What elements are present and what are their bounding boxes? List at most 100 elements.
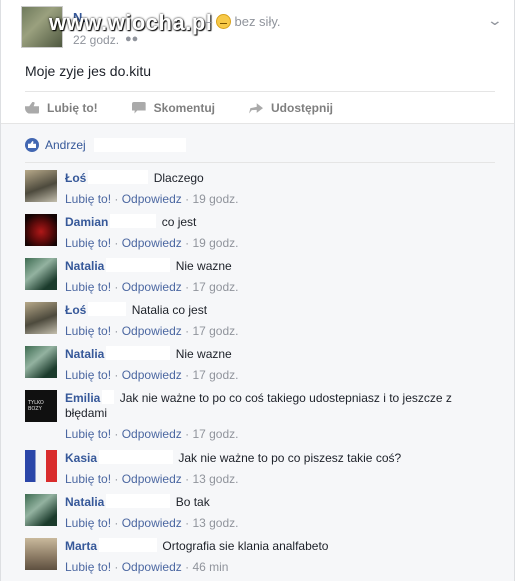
likes-summary: Andrzej xyxy=(25,136,495,154)
feeling-status: – bez siły. xyxy=(205,14,280,29)
comment-reply-link[interactable]: Odpowiedz xyxy=(122,516,182,530)
meta-separator: · xyxy=(181,472,193,486)
comment-like-link[interactable]: Lubię to! xyxy=(65,472,111,486)
meta-separator: · xyxy=(111,324,122,338)
redaction-box xyxy=(110,214,157,228)
commenter-name[interactable]: Kasia xyxy=(65,451,97,465)
comment-like-link[interactable]: Lubię to! xyxy=(65,236,111,250)
commenter-name[interactable]: Marta xyxy=(65,539,97,553)
comment-reply-link[interactable]: Odpowiedz xyxy=(122,368,182,382)
comment-reply-link[interactable]: Odpowiedz xyxy=(122,324,182,338)
redaction-box xyxy=(106,494,171,508)
comment-meta: Lubię to! · Odpowiedz · 19 godz. xyxy=(65,192,495,206)
post-header: N... www.wiocha.pl 22 godz. ●● – bez sił… xyxy=(21,6,503,50)
meta-separator: · xyxy=(111,192,122,206)
commenter-name[interactable]: Natalia xyxy=(65,259,104,273)
comment-like-link[interactable]: Lubię to! xyxy=(65,560,111,574)
comment-meta: Lubię to! · Odpowiedz · 19 godz. xyxy=(65,236,495,250)
meta-separator: · xyxy=(181,236,193,250)
commenter-avatar[interactable] xyxy=(25,170,57,202)
comment-reply-link[interactable]: Odpowiedz xyxy=(122,472,182,486)
comment-reply-link[interactable]: Odpowiedz xyxy=(122,427,182,441)
like-label: Lubię to! xyxy=(47,100,98,115)
redaction-box xyxy=(106,258,171,272)
redaction-box xyxy=(99,450,174,464)
post-card: N... www.wiocha.pl 22 godz. ●● – bez sił… xyxy=(0,0,515,581)
sad-face-icon xyxy=(215,14,231,29)
commenter-avatar[interactable] xyxy=(25,302,57,334)
meta-separator: · xyxy=(111,280,122,294)
comment-like-link[interactable]: Lubię to! xyxy=(65,324,111,338)
friends-icon[interactable]: ●● xyxy=(125,33,138,45)
meta-separator: · xyxy=(111,560,122,574)
commenter-avatar[interactable] xyxy=(25,390,57,422)
comment-timestamp[interactable]: 17 godz. xyxy=(192,427,238,441)
comment-line: Natalia Nie wazne xyxy=(65,346,495,362)
post-actions: Lubię to! Skomentuj Udostępnij xyxy=(25,91,495,123)
comment-reply-link[interactable]: Odpowiedz xyxy=(122,192,182,206)
meta-separator: · xyxy=(111,236,122,250)
meta-separator: · xyxy=(181,560,193,574)
commenter-avatar[interactable] xyxy=(25,450,57,482)
redaction-box xyxy=(99,538,158,552)
comment-reply-link[interactable]: Odpowiedz xyxy=(122,236,182,250)
comment-text: Bo tak xyxy=(175,495,210,509)
post-timestamp[interactable]: 22 godz. xyxy=(73,33,119,47)
comment-timestamp[interactable]: 13 godz. xyxy=(192,472,238,486)
commenter-name[interactable]: Damian xyxy=(65,215,108,229)
meta-separator: · xyxy=(111,472,122,486)
share-button[interactable]: Udostępnij xyxy=(249,101,333,115)
comment-timestamp[interactable]: 13 godz. xyxy=(192,516,238,530)
feeling-text: bez siły. xyxy=(234,14,281,29)
comment-like-link[interactable]: Lubię to! xyxy=(65,516,111,530)
liker-name[interactable]: Andrzej xyxy=(45,138,86,152)
commenter-name[interactable]: Natalia xyxy=(65,495,104,509)
meta-separator: · xyxy=(181,516,193,530)
comment-like-link[interactable]: Lubię to! xyxy=(65,427,111,441)
comment-timestamp[interactable]: 17 godz. xyxy=(192,324,238,338)
comment-like-link[interactable]: Lubię to! xyxy=(65,280,111,294)
commenter-name[interactable]: Emilia xyxy=(65,391,100,405)
commenter-avatar[interactable] xyxy=(25,346,57,378)
share-icon xyxy=(249,103,263,114)
comment-timestamp[interactable]: 46 min xyxy=(192,560,228,574)
thumbs-up-icon xyxy=(25,101,39,114)
comment-line: Marta Ortografia sie klania analfabeto xyxy=(65,538,495,554)
comment-button[interactable]: Skomentuj xyxy=(131,101,215,115)
commenter-name[interactable]: Łoś xyxy=(65,171,86,185)
feeling-dash: – xyxy=(205,14,213,29)
comment-text: Nie wazne xyxy=(175,347,232,361)
meta-separator: · xyxy=(181,280,193,294)
comment-timestamp[interactable]: 19 godz. xyxy=(192,192,238,206)
comment-reply-link[interactable]: Odpowiedz xyxy=(122,560,182,574)
comment-timestamp[interactable]: 19 godz. xyxy=(192,236,238,250)
comment-text: Natalia co jest xyxy=(131,303,208,317)
commenter-name[interactable]: Łoś xyxy=(65,303,86,317)
comment-text: Ortografia sie klania analfabeto xyxy=(162,539,329,553)
commenter-avatar[interactable] xyxy=(25,538,57,570)
meta-separator: · xyxy=(111,427,122,441)
comment-icon xyxy=(131,101,146,114)
comment-meta: Lubię to! · Odpowiedz · 17 godz. xyxy=(65,324,495,338)
comment-line: Natalia Nie wazne xyxy=(65,258,495,274)
like-button[interactable]: Lubię to! xyxy=(25,101,98,115)
commenter-avatar[interactable] xyxy=(25,494,57,526)
chevron-down-icon[interactable]: ⌄ xyxy=(487,12,503,29)
commenter-name[interactable]: Natalia xyxy=(65,347,104,361)
commenter-avatar[interactable] xyxy=(25,258,57,290)
comment-text: co jest xyxy=(161,215,197,229)
comment-line: Łoś Dlaczego xyxy=(65,170,495,186)
meta-separator: · xyxy=(181,324,193,338)
commenter-avatar[interactable] xyxy=(25,214,57,246)
comment-line: Damian co jest xyxy=(65,214,495,230)
comment-reply-link[interactable]: Odpowiedz xyxy=(122,280,182,294)
comment-meta: Lubię to! · Odpowiedz · 13 godz. xyxy=(65,472,495,486)
comment-like-link[interactable]: Lubię to! xyxy=(65,192,111,206)
comment-line: Kasia Jak nie ważne to po co piszesz tak… xyxy=(65,450,495,466)
comment-timestamp[interactable]: 17 godz. xyxy=(192,280,238,294)
redaction-box xyxy=(106,346,171,360)
comment-timestamp[interactable]: 17 godz. xyxy=(192,368,238,382)
comment-meta: Lubię to! · Odpowiedz · 17 godz. xyxy=(65,280,495,294)
comment-like-link[interactable]: Lubię to! xyxy=(65,368,111,382)
comment-line: Natalia Bo tak xyxy=(65,494,495,510)
